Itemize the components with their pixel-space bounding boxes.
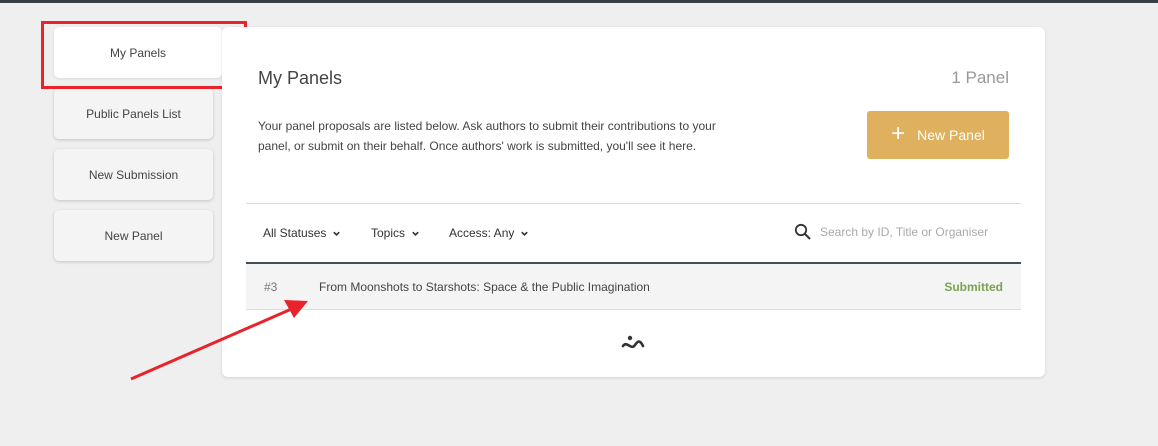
top-bar: [0, 0, 1158, 3]
panels-card: My Panels 1 Panel Your panel proposals a…: [222, 27, 1045, 377]
topics-filter-dropdown[interactable]: Topics: [371, 226, 420, 240]
panel-title[interactable]: From Moonshots to Starshots: Space & the…: [319, 280, 650, 294]
sidebar-item-label: My Panels: [109, 45, 167, 60]
search-icon[interactable]: [794, 223, 812, 241]
topics-filter-label: Topics: [371, 226, 406, 240]
divider: [246, 203, 1021, 204]
status-badge: Submitted: [944, 280, 1003, 294]
panel-count: 1 Panel: [951, 68, 1009, 87]
chevron-down-icon: [412, 231, 419, 236]
chevron-down-icon: [333, 231, 341, 236]
sidebar-item-public-panels-list[interactable]: Public Panels List: [54, 88, 213, 139]
status-filter-dropdown[interactable]: All Statuses: [263, 226, 341, 240]
chevron-down-icon: [521, 231, 529, 236]
page-title: My Panels: [258, 68, 343, 88]
logo-mark-icon: [621, 335, 645, 349]
sidebar-item-new-panel[interactable]: New Panel: [54, 210, 213, 261]
status-filter-label: All Statuses: [263, 226, 327, 240]
panel-id: #3: [264, 280, 278, 294]
intro-text: Your panel proposals are listed below. A…: [258, 119, 716, 153]
sidebar-item-label: Public Panels List: [86, 106, 181, 121]
panel-row[interactable]: #3 From Moonshots to Starshots: Space & …: [246, 262, 1021, 310]
access-filter-label: Access: Any: [449, 226, 515, 240]
sidebar-item-my-panels[interactable]: My Panels: [54, 27, 222, 78]
new-panel-button-label: New Panel: [917, 127, 985, 143]
plus-icon: +: [891, 120, 906, 147]
access-filter-dropdown[interactable]: Access: Any: [449, 226, 529, 240]
sidebar-item-label: New Panel: [104, 228, 163, 243]
new-panel-button[interactable]: + New Panel: [867, 111, 1009, 159]
search-input[interactable]: [820, 223, 1005, 241]
sidebar-item-label: New Submission: [88, 167, 179, 182]
sidebar-item-new-submission[interactable]: New Submission: [54, 149, 213, 200]
